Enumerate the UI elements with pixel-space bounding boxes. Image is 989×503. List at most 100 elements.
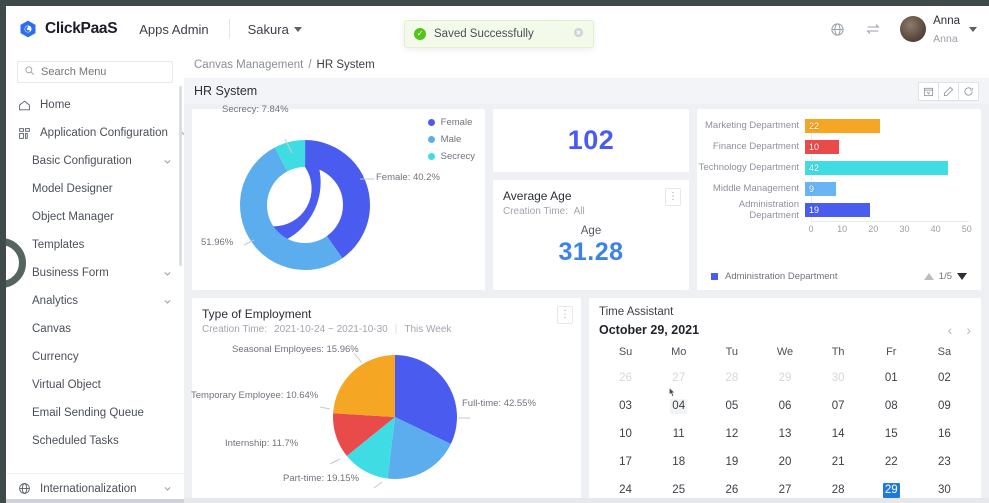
sidebar-item-object-manager[interactable]: Object Manager bbox=[6, 203, 184, 231]
globe-icon[interactable] bbox=[828, 20, 846, 38]
calendar-day[interactable]: 30 bbox=[812, 371, 865, 386]
user-menu[interactable]: Anna Anna bbox=[900, 11, 977, 48]
calendar-day-label: 27 bbox=[778, 484, 792, 496]
donut-label-male: 51.96% bbox=[201, 237, 234, 248]
pencil-icon[interactable] bbox=[938, 81, 959, 101]
calendar-day-label: 21 bbox=[831, 456, 845, 468]
calendar-day[interactable]: 08 bbox=[865, 399, 918, 414]
calendar-day-label: 20 bbox=[778, 456, 792, 468]
sidebar-item-model-designer[interactable]: Model Designer bbox=[6, 175, 184, 203]
pager-text: 1/5 bbox=[938, 271, 952, 282]
calendar-day[interactable]: 28 bbox=[705, 371, 758, 386]
chevron-right-icon[interactable]: › bbox=[966, 322, 971, 338]
sidebar-item-analytics[interactable]: Analytics bbox=[6, 287, 184, 315]
triangle-down-icon[interactable] bbox=[957, 273, 967, 280]
calendar-day[interactable]: 04 bbox=[652, 399, 705, 414]
sidebar-item-canvas[interactable]: Canvas bbox=[6, 315, 184, 343]
search-menu-box[interactable] bbox=[17, 61, 173, 83]
sidebar-item-home[interactable]: Home bbox=[6, 91, 184, 119]
sidebar-item-templates[interactable]: Templates bbox=[6, 231, 184, 259]
legend-item[interactable]: Male bbox=[427, 134, 475, 145]
calendar-dow: Tu bbox=[725, 346, 739, 358]
calendar-day[interactable]: 19 bbox=[705, 455, 758, 470]
calendar-day[interactable]: 29 bbox=[758, 371, 811, 386]
range-label[interactable]: This Week bbox=[404, 324, 451, 335]
calendar-day[interactable]: 11 bbox=[652, 427, 705, 442]
sidebar-item-scheduled-tasks[interactable]: Scheduled Tasks bbox=[6, 427, 184, 455]
screen-edge-left bbox=[0, 0, 6, 503]
calendar-day[interactable]: 22 bbox=[865, 455, 918, 470]
search-input[interactable] bbox=[41, 66, 166, 78]
calendar-day[interactable]: 02 bbox=[918, 371, 971, 386]
calendar-day[interactable]: 13 bbox=[758, 427, 811, 442]
refresh-icon[interactable] bbox=[958, 81, 979, 101]
calendar-day[interactable]: 28 bbox=[812, 483, 865, 498]
calendar-day[interactable]: 27 bbox=[652, 371, 705, 386]
x-tick: 0 bbox=[808, 224, 814, 234]
calendar-day-selected[interactable]: 29 bbox=[865, 483, 918, 498]
bar-row[interactable]: Administration Department 19 bbox=[697, 199, 975, 221]
sidebar-item-currency[interactable]: Currency bbox=[6, 343, 184, 371]
calendar-day-label: 13 bbox=[778, 428, 792, 440]
calendar-day[interactable]: 01 bbox=[865, 371, 918, 386]
calendar-day[interactable]: 26 bbox=[599, 371, 652, 386]
chevron-left-icon[interactable]: ‹ bbox=[948, 322, 953, 338]
calendar-day[interactable]: 05 bbox=[705, 399, 758, 414]
sidebar-item-business-form[interactable]: Business Form bbox=[6, 259, 184, 287]
bar-row[interactable]: Technology Department 42 bbox=[697, 157, 975, 178]
calendar-day[interactable]: 27 bbox=[758, 483, 811, 498]
content-bottom-edge bbox=[184, 498, 989, 503]
sidebar-item-basic-configuration[interactable]: Basic Configuration bbox=[6, 147, 184, 175]
breadcrumb-parent[interactable]: Canvas Management bbox=[194, 59, 303, 71]
bar-row[interactable]: Finance Department 10 bbox=[697, 136, 975, 157]
calendar-day[interactable]: 25 bbox=[652, 483, 705, 498]
calendar-day-label: 18 bbox=[672, 456, 686, 468]
calendar-day[interactable]: 03 bbox=[599, 399, 652, 414]
bar-row[interactable]: Middle Management 9 bbox=[697, 178, 975, 199]
sidebar-item-virtual-object[interactable]: Virtual Object bbox=[6, 371, 184, 399]
brand-logo[interactable]: ClickPaaS bbox=[18, 19, 118, 39]
legend-label[interactable]: Administration Department bbox=[725, 271, 837, 282]
legend-item[interactable]: Secrecy bbox=[427, 151, 475, 162]
calendar-day[interactable]: 21 bbox=[812, 455, 865, 470]
calendar-day[interactable]: 12 bbox=[705, 427, 758, 442]
calendar-dow: Su bbox=[618, 346, 633, 358]
sidebar-scrollbar[interactable] bbox=[179, 86, 182, 266]
calendar-day[interactable]: 14 bbox=[812, 427, 865, 442]
triangle-up-icon[interactable] bbox=[923, 273, 934, 280]
calendar-day-label: 23 bbox=[938, 456, 951, 468]
calendar-day-label: 28 bbox=[725, 372, 739, 384]
calendar-day[interactable]: 24 bbox=[599, 483, 652, 498]
bar-value-label: 10 bbox=[809, 141, 820, 152]
sidebar-item-email-sending-queue[interactable]: Email Sending Queue bbox=[6, 399, 184, 427]
calendar-day[interactable]: 06 bbox=[758, 399, 811, 414]
calendar-day[interactable]: 18 bbox=[652, 455, 705, 470]
x-tick: 20 bbox=[868, 224, 879, 234]
sidebar-item-label: Analytics bbox=[32, 295, 79, 307]
nav-apps-admin[interactable]: Apps Admin bbox=[139, 22, 208, 37]
pie-label-internship: Internship: 11.7% bbox=[225, 438, 299, 449]
tenant-selector[interactable]: Sakura bbox=[248, 22, 302, 37]
bar-fill: 10 bbox=[805, 139, 839, 154]
average-age-kebab-menu[interactable]: ⋮ bbox=[665, 188, 681, 206]
calendar-day[interactable]: 26 bbox=[705, 483, 758, 498]
calendar-day[interactable]: 23 bbox=[918, 455, 971, 470]
calendar-day[interactable]: 15 bbox=[865, 427, 918, 442]
calendar-day[interactable]: 20 bbox=[758, 455, 811, 470]
calendar-day[interactable]: 17 bbox=[599, 455, 652, 470]
calendar-day[interactable]: 30 bbox=[918, 483, 971, 498]
calendar-day-label: 24 bbox=[619, 484, 632, 496]
employment-subtitle: Creation Time: 2021-10-24 ~ 2021-10-30 |… bbox=[202, 324, 571, 335]
switch-icon[interactable] bbox=[864, 20, 882, 38]
close-circle-icon[interactable] bbox=[573, 27, 584, 41]
legend-item[interactable]: Female bbox=[427, 117, 475, 128]
calendar-day[interactable]: 09 bbox=[918, 399, 971, 414]
calendar-day[interactable]: 16 bbox=[918, 427, 971, 442]
legend-dot-icon bbox=[427, 153, 435, 160]
calendar-day[interactable]: 07 bbox=[812, 399, 865, 414]
calendar-day[interactable]: 10 bbox=[599, 427, 652, 442]
employment-kebab-menu[interactable]: ⋮ bbox=[557, 306, 573, 324]
sidebar-item-application-configuration[interactable]: Application Configuration bbox=[6, 119, 184, 147]
calendar-icon[interactable] bbox=[918, 81, 939, 101]
bar-row[interactable]: Marketing Department 22 bbox=[697, 115, 975, 136]
